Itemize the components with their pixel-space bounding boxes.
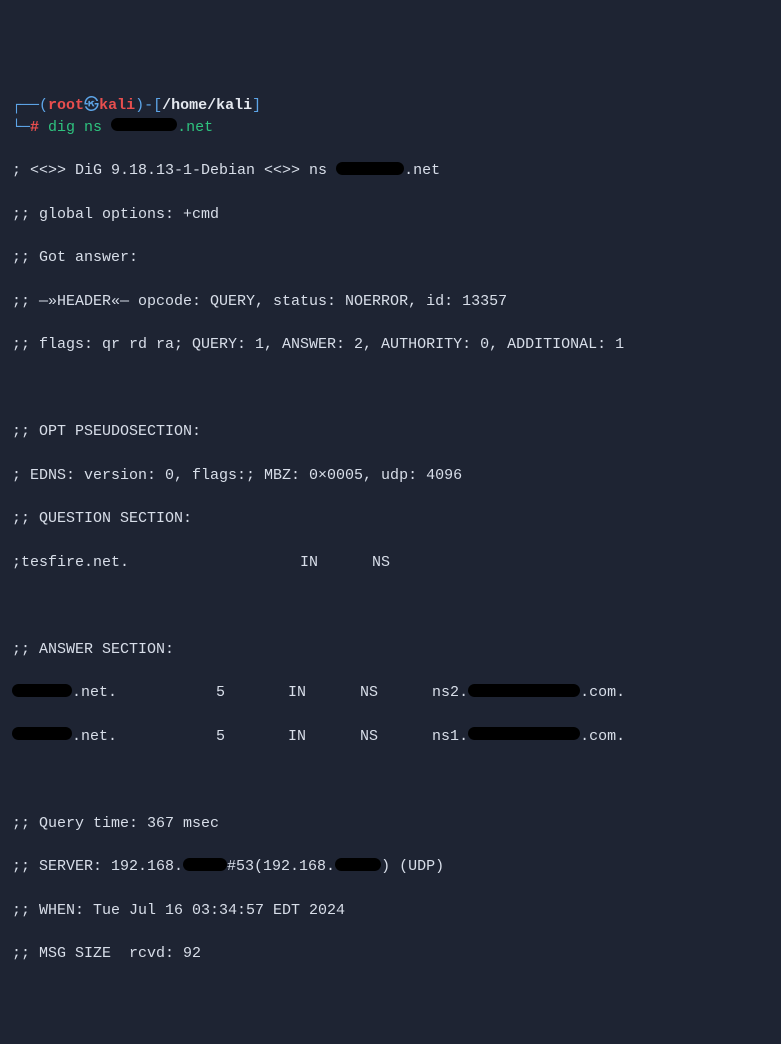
- query-time: ;; Query time: 367 msec: [12, 813, 769, 835]
- terminal-output[interactable]: ┌──(root㉿kali)-[/home/kali]└─# dig ns .n…: [12, 95, 769, 965]
- prompt-line-1: ┌──(root㉿kali)-[/home/kali]: [12, 95, 769, 117]
- msg-size: ;; MSG SIZE rcvd: 92: [12, 943, 769, 965]
- question-row: ;tesfire.net. IN NS: [12, 552, 769, 574]
- answer-row-1: .net. 5 IN NS ns2..com.: [12, 682, 769, 704]
- header-line: ;; —»HEADER«— opcode: QUERY, status: NOE…: [12, 291, 769, 313]
- global-options: ;; global options: +cmd: [12, 204, 769, 226]
- flags-line: ;; flags: qr rd ra; QUERY: 1, ANSWER: 2,…: [12, 334, 769, 356]
- dig-banner: ; <<>> DiG 9.18.13-1-Debian <<>> ns .net: [12, 160, 769, 182]
- command-text: dig ns: [48, 119, 111, 136]
- redacted-nameserver: [468, 727, 580, 740]
- edns-line: ; EDNS: version: 0, flags:; MBZ: 0×0005,…: [12, 465, 769, 487]
- redacted-ip: [335, 858, 381, 871]
- redacted-domain: [12, 684, 72, 697]
- answer-row-2: .net. 5 IN NS ns1..com.: [12, 726, 769, 748]
- redacted-domain: [336, 162, 404, 175]
- opt-pseudosection-header: ;; OPT PSEUDOSECTION:: [12, 421, 769, 443]
- answer-section-header: ;; ANSWER SECTION:: [12, 639, 769, 661]
- question-section-header: ;; QUESTION SECTION:: [12, 508, 769, 530]
- redacted-ip: [183, 858, 227, 871]
- when-line: ;; WHEN: Tue Jul 16 03:34:57 EDT 2024: [12, 900, 769, 922]
- redacted-domain: [111, 118, 177, 131]
- server-line: ;; SERVER: 192.168.#53(192.168.) (UDP): [12, 856, 769, 878]
- redacted-domain: [12, 727, 72, 740]
- prompt-line-2: └─# dig ns .net: [12, 117, 769, 139]
- redacted-nameserver: [468, 684, 580, 697]
- got-answer: ;; Got answer:: [12, 247, 769, 269]
